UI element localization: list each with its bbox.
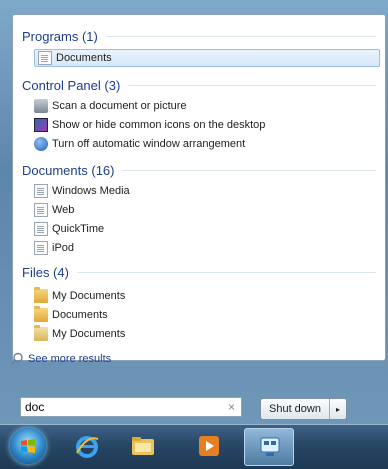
result-item-quicktime[interactable]: QuickTime — [34, 220, 104, 238]
taskbar-media-player[interactable] — [184, 428, 234, 466]
folder-icon — [34, 306, 48, 322]
result-item-window-arrangement[interactable]: Turn off automatic window arrangement — [34, 135, 245, 153]
document-icon — [34, 203, 48, 217]
divider — [105, 35, 376, 37]
folder-icon — [34, 287, 48, 303]
result-label: My Documents — [52, 328, 126, 340]
start-menu-frame: Programs (1) Documents Control Panel (3)… — [0, 0, 388, 424]
shutdown-options-arrow-icon[interactable]: ▸ — [328, 399, 346, 419]
search-icon — [10, 352, 23, 366]
see-more-results-link[interactable]: See more results — [10, 352, 111, 366]
result-item-my-documents-2[interactable]: My Documents — [34, 325, 125, 343]
network-icon — [260, 437, 280, 456]
taskbar-windows-explorer[interactable] — [118, 428, 168, 466]
result-label: Web — [52, 204, 75, 216]
group-header-label: Control Panel (3) — [22, 77, 121, 93]
result-label: Documents — [56, 52, 112, 64]
group-header-files[interactable]: Files (4) — [22, 263, 376, 281]
scanner-icon — [34, 99, 48, 113]
search-input[interactable] — [25, 400, 205, 414]
clear-search-icon[interactable]: × — [228, 400, 235, 414]
taskbar-internet-explorer[interactable] — [62, 428, 112, 466]
folder-icon — [132, 437, 154, 455]
divider — [128, 84, 376, 86]
result-item-web[interactable]: Web — [34, 201, 74, 219]
result-item-my-documents-1[interactable]: My Documents — [34, 287, 125, 305]
see-more-label: See more results — [28, 353, 112, 365]
result-label: My Documents — [52, 290, 126, 302]
group-header-label: Programs (1) — [22, 28, 98, 44]
result-item-ipod[interactable]: iPod — [34, 239, 74, 257]
group-header-label: Documents (16) — [22, 162, 115, 178]
result-item-documents-program[interactable]: Documents — [34, 49, 380, 67]
divider — [76, 271, 376, 273]
group-header-label: Files (4) — [22, 264, 69, 280]
group-header-programs[interactable]: Programs (1) — [22, 27, 376, 45]
document-icon — [38, 51, 52, 65]
result-label: Turn off automatic window arrangement — [52, 138, 246, 150]
result-item-desktop-icons[interactable]: Show or hide common icons on the desktop — [34, 116, 265, 134]
start-button[interactable] — [10, 428, 46, 464]
result-label: Show or hide common icons on the desktop — [52, 119, 266, 131]
ease-of-access-icon — [34, 137, 48, 151]
result-label: Scan a document or picture — [52, 100, 187, 112]
divider — [122, 169, 376, 171]
document-icon — [34, 241, 48, 255]
taskbar — [0, 424, 388, 469]
result-label: Windows Media — [52, 185, 130, 197]
result-label: Documents — [52, 309, 108, 321]
shutdown-button[interactable]: Shut down — [261, 399, 329, 419]
result-label: iPod — [52, 242, 75, 254]
result-label: QuickTime — [52, 223, 105, 235]
document-icon — [34, 184, 48, 198]
search-results-panel: Programs (1) Documents Control Panel (3)… — [12, 14, 386, 361]
shutdown-button-group: Shut down ▸ — [260, 398, 347, 420]
document-icon — [34, 222, 48, 236]
taskbar-network-app[interactable] — [244, 428, 294, 466]
folder-icon — [34, 325, 48, 341]
group-header-documents[interactable]: Documents (16) — [22, 161, 376, 179]
search-box[interactable]: × — [20, 397, 242, 417]
windows-logo-icon — [21, 439, 35, 453]
internet-explorer-icon — [76, 436, 99, 458]
result-item-windows-media[interactable]: Windows Media — [34, 182, 130, 200]
result-item-scan[interactable]: Scan a document or picture — [34, 97, 187, 115]
media-player-icon — [199, 436, 219, 456]
desktop-icon — [34, 118, 48, 132]
result-item-documents-folder[interactable]: Documents — [34, 306, 108, 324]
group-header-control-panel[interactable]: Control Panel (3) — [22, 76, 376, 94]
